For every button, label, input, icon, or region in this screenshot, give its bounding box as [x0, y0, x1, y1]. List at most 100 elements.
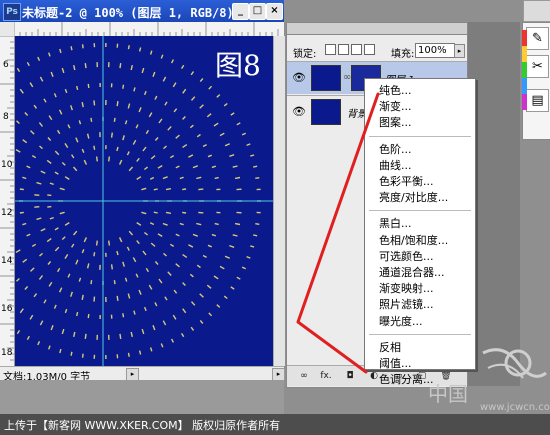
ring-dash: [78, 277, 82, 282]
ring-dash: [199, 78, 204, 83]
fill-dropdown-arrow[interactable]: ▸: [454, 44, 465, 58]
ring-dash: [196, 133, 201, 138]
close-button[interactable]: ×: [266, 3, 283, 20]
ring-dash: [81, 294, 84, 300]
vertical-ruler[interactable]: 6 8 10 12 14 16 18: [0, 35, 15, 366]
watermark-text: 中国: [428, 382, 468, 406]
document-canvas[interactable]: 图8: [15, 36, 273, 366]
ring-dash: [16, 120, 20, 125]
ring-dash: [81, 102, 84, 108]
ring-dash: [160, 54, 164, 59]
menu-item[interactable]: 阈值...: [365, 356, 475, 371]
ring-dash: [110, 132, 113, 138]
maximize-button[interactable]: □: [249, 3, 266, 20]
menu-item[interactable]: 渐变...: [365, 99, 475, 114]
menu-item[interactable]: 渐变映射...: [365, 281, 475, 296]
fill-input[interactable]: 100%: [415, 43, 455, 58]
ruler-origin[interactable]: [0, 22, 14, 36]
lock-all-checkbox[interactable]: [364, 44, 375, 55]
ring-dash: [157, 233, 163, 237]
horizontal-ruler[interactable]: [13, 22, 284, 37]
ring-dash: [138, 47, 142, 52]
ring-dash: [130, 64, 133, 71]
ring-dash: [30, 267, 35, 272]
ring-dash: [76, 311, 79, 317]
menu-separator: [369, 135, 471, 137]
ring-dash: [154, 261, 159, 265]
menu-item[interactable]: 色彩平衡...: [365, 174, 475, 189]
ring-dash: [172, 82, 177, 88]
ring-dash: [61, 328, 65, 335]
ruler-label: 12: [1, 208, 13, 218]
ring-dash: [199, 293, 204, 298]
document-window: Ps 未标题-2 @ 100% (图层 1, RGB/8) _ □ × 6 8 …: [0, 0, 285, 435]
ring-dash: [163, 145, 167, 150]
ruler-ticks: [13, 22, 279, 36]
panel-icon[interactable]: ▤: [526, 89, 549, 112]
ring-dash: [87, 83, 90, 88]
ring-dash: [162, 76, 167, 82]
ring-dash: [48, 115, 53, 121]
menu-item[interactable]: 通道混合器...: [365, 265, 475, 280]
fx-icon[interactable]: fx.: [319, 370, 333, 382]
ring-dash: [50, 71, 54, 77]
minimize-button[interactable]: _: [232, 3, 249, 20]
menu-item[interactable]: 色阶...: [365, 142, 475, 157]
ring-dash: [46, 238, 52, 243]
window-titlebar[interactable]: Ps 未标题-2 @ 100% (图层 1, RGB/8) _ □ ×: [0, 0, 284, 22]
menu-separator: [369, 210, 471, 212]
ring-dash: [152, 325, 156, 331]
credit-bar: 上传于【新客网 WWW.XKER.COM】 版权归原作者所有: [0, 414, 550, 435]
ring-dash: [250, 245, 255, 248]
ring-dash: [24, 286, 29, 290]
brush-icon[interactable]: ✎: [526, 27, 549, 50]
ring-dash: [175, 165, 180, 169]
menu-item[interactable]: 曲线...: [365, 158, 475, 173]
ring-dash: [213, 275, 219, 280]
ring-dash: [181, 64, 185, 69]
ring-dash: [93, 296, 96, 302]
ring-dash: [213, 122, 219, 127]
menu-item[interactable]: 亮度/对比度...: [365, 190, 475, 205]
menu-item[interactable]: 纯色...: [365, 83, 475, 98]
menu-item[interactable]: 黑白...: [365, 216, 475, 231]
ring-dash: [67, 124, 71, 129]
ring-dash: [182, 88, 187, 94]
ring-dash: [127, 45, 130, 50]
ring-dash: [54, 227, 59, 231]
menu-item[interactable]: 色相/饱和度...: [365, 233, 475, 248]
ring-dash: [189, 273, 194, 278]
ring-dash: [75, 259, 79, 265]
ring-dash: [46, 159, 52, 164]
vertical-scrollbar[interactable]: [273, 36, 285, 366]
link-icon[interactable]: ∞: [297, 370, 311, 382]
eye-icon[interactable]: 👁: [292, 71, 306, 84]
lock-position-checkbox[interactable]: [351, 44, 362, 55]
ring-dash: [214, 176, 219, 180]
ring-dash: [81, 353, 84, 358]
ring-dash: [141, 211, 147, 215]
ring-dash: [241, 266, 246, 270]
ring-dash: [64, 143, 69, 148]
ring-dash: [162, 320, 167, 326]
ring-dash: [31, 243, 37, 247]
ring-dash: [208, 312, 213, 317]
scissors-icon[interactable]: ✂: [526, 55, 549, 78]
menu-item[interactable]: 图案...: [365, 115, 475, 130]
menu-item[interactable]: 照片滤镜...: [365, 297, 475, 312]
lock-transparency-checkbox[interactable]: [325, 44, 336, 55]
ring-dash: [207, 244, 212, 248]
mask-icon[interactable]: ◘: [343, 370, 357, 382]
ring-dash: [138, 289, 142, 295]
ring-dash: [43, 98, 47, 103]
toolbox-header[interactable]: [523, 0, 550, 22]
ring-dash: [54, 246, 60, 252]
menu-item[interactable]: 可选颜色...: [365, 249, 475, 264]
ring-dash: [164, 296, 168, 301]
lock-pixels-checkbox[interactable]: [338, 44, 349, 55]
menu-item[interactable]: 曝光度...: [365, 314, 475, 329]
menu-item[interactable]: 反相: [365, 340, 475, 355]
color-swatch-strip[interactable]: [522, 30, 527, 110]
window-title: 未标题-2 @ 100% (图层 1, RGB/8): [22, 6, 234, 20]
eye-icon[interactable]: 👁: [292, 105, 306, 118]
